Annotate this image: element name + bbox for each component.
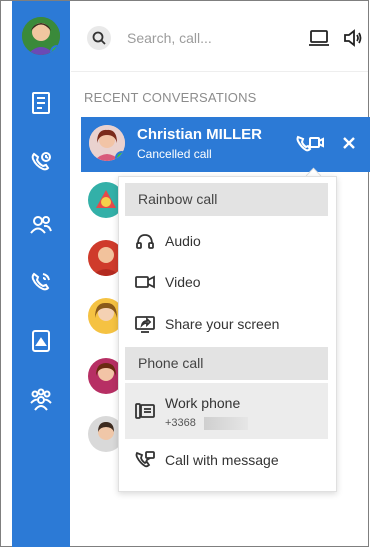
- work-phone-label: Work phone: [165, 395, 241, 411]
- search-bar: [71, 1, 368, 71]
- search-icon[interactable]: [87, 26, 111, 50]
- header-divider: [71, 71, 368, 72]
- desk-phone-icon: [134, 400, 156, 422]
- recent-conversations-title: RECENT CONVERSATIONS: [84, 90, 257, 105]
- close-icon[interactable]: [337, 131, 361, 155]
- news-icon[interactable]: [28, 90, 54, 116]
- call-with-message-option[interactable]: Call with message: [125, 440, 328, 480]
- rainbow-call-header: Rainbow call: [125, 183, 328, 216]
- speaker-icon[interactable]: [341, 26, 365, 50]
- phone-call-header: Phone call: [125, 347, 328, 380]
- presence-dot: [115, 151, 125, 161]
- teams-icon[interactable]: [28, 387, 54, 413]
- call-message-icon: [134, 449, 156, 471]
- conversation-status: Cancelled call: [137, 147, 212, 161]
- user-avatar[interactable]: [22, 17, 60, 55]
- work-phone-option[interactable]: Work phone +3368: [125, 383, 328, 439]
- share-screen-icon: [134, 313, 156, 335]
- share-screen-option[interactable]: Share your screen: [125, 304, 328, 344]
- search-input[interactable]: [125, 25, 289, 51]
- call-with-message-label: Call with message: [165, 452, 279, 468]
- audio-call-option[interactable]: Audio: [125, 221, 328, 261]
- call-menu: Rainbow call Audio Video Share your scre…: [118, 176, 337, 492]
- contacts-icon[interactable]: [28, 212, 54, 238]
- call-options-icon[interactable]: [295, 132, 325, 158]
- video-call-option[interactable]: Video: [125, 262, 328, 302]
- laptop-icon[interactable]: [307, 26, 331, 50]
- voicemail-icon[interactable]: [28, 328, 54, 354]
- video-icon: [134, 271, 156, 293]
- avatar: [89, 125, 125, 161]
- phone-icon[interactable]: [28, 269, 54, 295]
- redacted-number: [204, 417, 248, 430]
- share-screen-label: Share your screen: [165, 316, 280, 332]
- call-history-icon[interactable]: [28, 149, 54, 175]
- conversation-row-active[interactable]: Christian MILLER Cancelled call: [81, 117, 370, 172]
- presence-dot: [50, 45, 60, 55]
- headphones-icon: [134, 230, 156, 252]
- contact-name: Christian MILLER: [137, 126, 263, 143]
- video-label: Video: [165, 274, 201, 290]
- work-phone-number: +3368: [165, 417, 196, 429]
- left-rail: [12, 1, 70, 547]
- audio-label: Audio: [165, 233, 201, 249]
